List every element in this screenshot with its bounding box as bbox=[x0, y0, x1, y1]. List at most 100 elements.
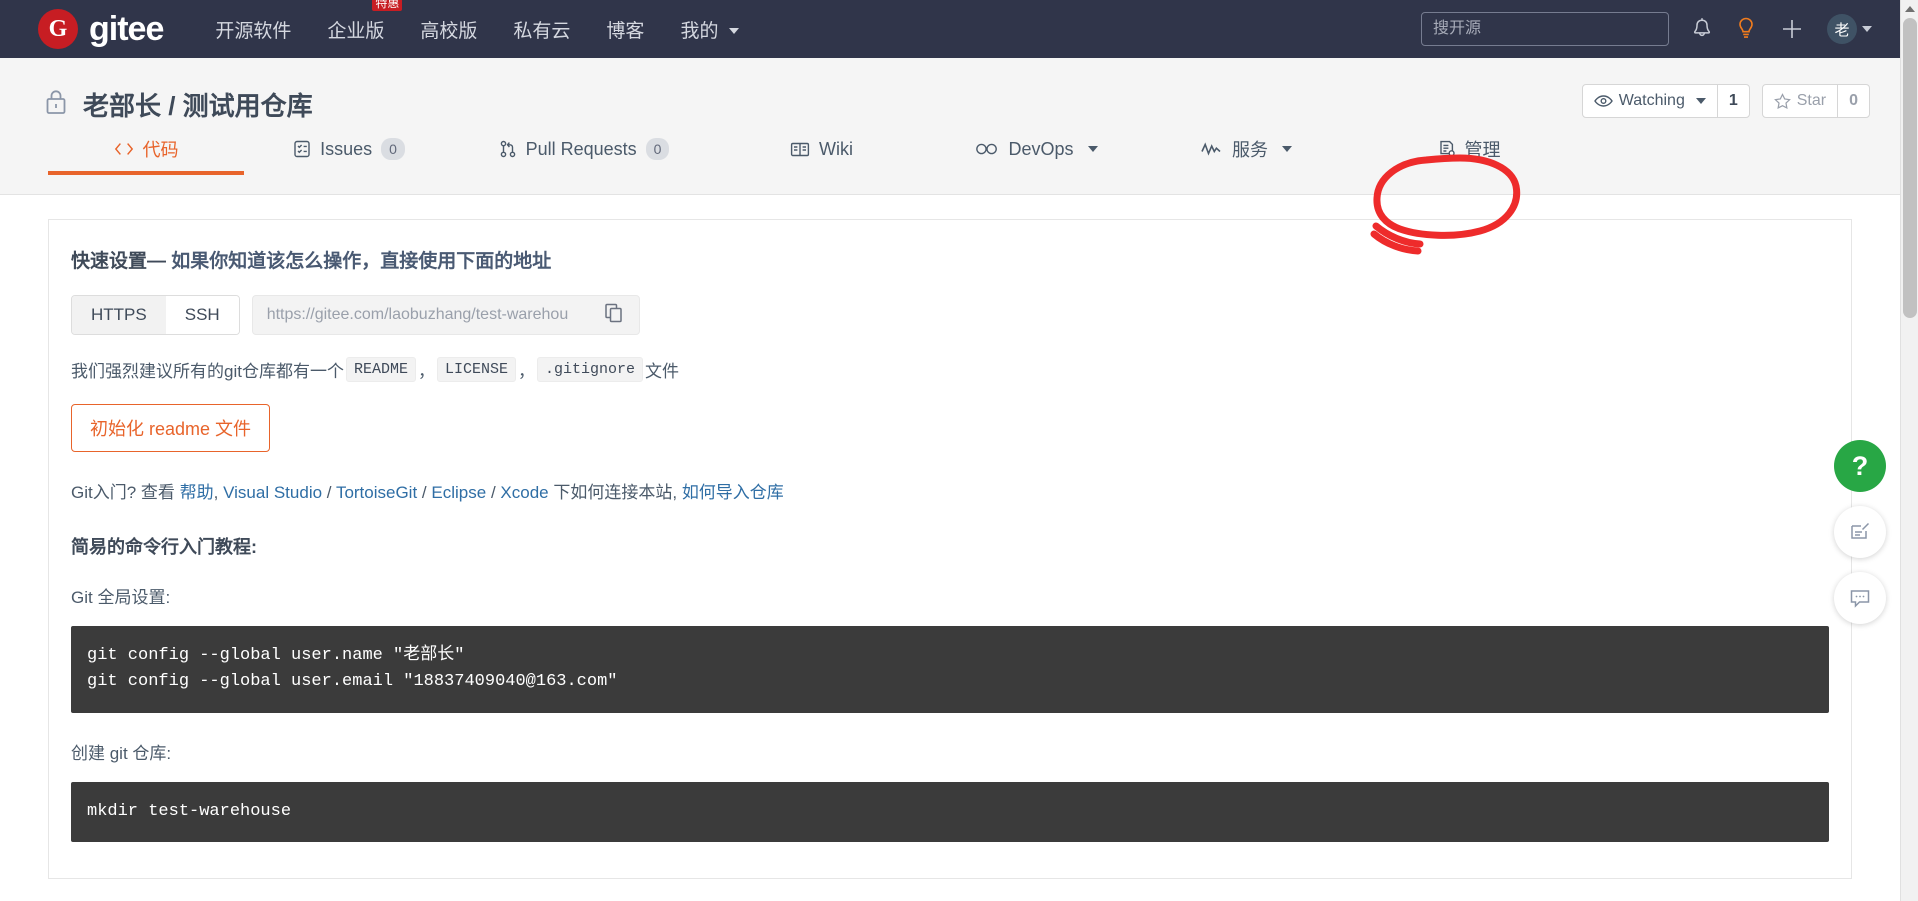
help-button[interactable]: ? bbox=[1834, 440, 1886, 492]
create-repo-code[interactable]: mkdir test-warehouse bbox=[71, 781, 1829, 843]
comma-2: ， bbox=[518, 362, 535, 381]
tutorial-heading: 简易的命令行入门教程: bbox=[71, 537, 257, 557]
slash-2: / bbox=[421, 483, 427, 502]
nav-item-enterprise[interactable]: 企业版 特惠 bbox=[327, 0, 403, 43]
tab-label: Issues bbox=[320, 138, 373, 159]
chevron-down-icon bbox=[1862, 26, 1872, 32]
top-navigation-bar: G gitee 开源软件 企业版 特惠 高校版 私有云 博客 我的 搜开源 老 bbox=[0, 0, 1900, 58]
visual-studio-link[interactable]: Visual Studio bbox=[223, 483, 322, 502]
tab-code[interactable]: 代码 bbox=[48, 123, 244, 175]
search-input[interactable] bbox=[1421, 12, 1669, 46]
code-icon bbox=[114, 143, 133, 155]
tab-issues[interactable]: Issues 0 bbox=[244, 123, 454, 175]
gitee-logo-mark: G bbox=[38, 9, 78, 49]
chevron-up-icon bbox=[1904, 6, 1915, 12]
git-intro-comma: , bbox=[213, 483, 219, 502]
star-icon bbox=[1773, 92, 1791, 109]
copy-icon[interactable] bbox=[603, 302, 625, 329]
lightbulb-icon[interactable] bbox=[1735, 16, 1757, 42]
lock-icon bbox=[42, 87, 70, 122]
nav-item-label: 博客 bbox=[606, 20, 645, 42]
settings-doc-icon bbox=[1439, 140, 1455, 157]
protocol-ssh-button[interactable]: SSH bbox=[165, 296, 239, 334]
nav-item-blog[interactable]: 博客 bbox=[606, 16, 644, 43]
recommend-suffix: 文件 bbox=[645, 362, 680, 381]
chevron-down-icon bbox=[1087, 146, 1098, 152]
tab-wiki[interactable]: Wiki bbox=[714, 123, 929, 175]
pull-request-icon bbox=[500, 140, 515, 158]
chevron-down-icon bbox=[1282, 146, 1292, 152]
nav-item-label: 私有云 bbox=[513, 20, 571, 42]
nav-item-opensource[interactable]: 开源软件 bbox=[215, 16, 291, 43]
eye-icon bbox=[1593, 95, 1613, 107]
avatar: 老 bbox=[1827, 14, 1857, 44]
nav-item-label: 企业版 bbox=[327, 20, 385, 42]
clone-url-text: https://gitee.com/laobuzhang/test-wareho… bbox=[266, 306, 569, 323]
book-icon bbox=[790, 142, 810, 156]
git-intro-view: 查看 bbox=[140, 483, 175, 502]
quick-setup-heading: 快速设置— 如果你知道该怎么操作，直接使用下面的地址 bbox=[71, 246, 1829, 273]
page-scrollbar[interactable] bbox=[1900, 0, 1918, 901]
watching-button[interactable]: Watching bbox=[1583, 85, 1717, 117]
slash-1: / bbox=[326, 483, 332, 502]
slash-3: / bbox=[490, 483, 496, 502]
import-repo-link[interactable]: 如何导入仓库 bbox=[682, 483, 784, 502]
nav-item-private-cloud[interactable]: 私有云 bbox=[513, 16, 570, 43]
tab-services[interactable]: 服务 bbox=[1144, 123, 1349, 175]
star-label: Star bbox=[1796, 92, 1827, 109]
page-title[interactable]: 老部长 / 测试用仓库 bbox=[83, 86, 313, 123]
chip-license: LICENSE bbox=[436, 357, 516, 382]
git-intro-prefix: Git入门? bbox=[71, 483, 137, 502]
tortoisegit-link[interactable]: TortoiseGit bbox=[336, 483, 417, 502]
nav-item-label: 高校版 bbox=[420, 20, 478, 42]
repository-tabs: 代码 Issues 0 Pull Requests 0 Wiki DevOps … bbox=[0, 123, 1900, 175]
chat-button[interactable] bbox=[1834, 572, 1886, 624]
recommend-files-line: 我们强烈建议所有的git仓库都有一个 README ， LICENSE ， .g… bbox=[71, 357, 1829, 382]
issue-icon bbox=[294, 140, 310, 158]
plus-icon[interactable] bbox=[1779, 16, 1805, 42]
star-button[interactable]: Star bbox=[1763, 85, 1837, 117]
scrollbar-thumb[interactable] bbox=[1903, 18, 1917, 318]
star-button-group: Star 0 bbox=[1761, 84, 1870, 118]
chat-bubble-icon bbox=[1850, 590, 1870, 608]
tab-label: 代码 bbox=[142, 140, 179, 160]
eclipse-link[interactable]: Eclipse bbox=[431, 483, 486, 502]
quick-setup-title-bold: 快速设置— bbox=[71, 251, 167, 272]
scrollbar-up-button[interactable] bbox=[1901, 0, 1918, 18]
git-global-settings-code[interactable]: git config --global user.name "老部长" git … bbox=[71, 626, 1829, 713]
floating-action-column: ? bbox=[1834, 440, 1886, 624]
clone-url-field[interactable]: https://gitee.com/laobuzhang/test-wareho… bbox=[251, 295, 640, 335]
feedback-button[interactable] bbox=[1834, 506, 1886, 558]
tab-manage[interactable]: 管理 bbox=[1349, 123, 1589, 175]
gitee-logo[interactable]: G gitee bbox=[38, 9, 164, 49]
quick-setup-title-rest: 如果你知道该怎么操作，直接使用下面的地址 bbox=[171, 251, 552, 272]
help-link[interactable]: 帮助 bbox=[180, 483, 214, 502]
pulse-icon bbox=[1201, 142, 1221, 156]
bell-icon[interactable] bbox=[1691, 17, 1713, 41]
watching-count[interactable]: 1 bbox=[1716, 85, 1749, 117]
repository-header: 老部长 / 测试用仓库 Watching 1 Star 0 代码 Issues … bbox=[0, 58, 1900, 195]
promo-badge: 特惠 bbox=[372, 0, 403, 12]
clone-url-row: HTTPS SSH https://gitee.com/laobuzhang/t… bbox=[71, 295, 1829, 335]
xcode-link[interactable]: Xcode bbox=[500, 483, 548, 502]
git-intro-line: Git入门? 查看 帮助, Visual Studio / TortoiseGi… bbox=[71, 478, 1829, 503]
repository-actions: Watching 1 Star 0 bbox=[1581, 84, 1870, 118]
pull-requests-count: 0 bbox=[645, 137, 670, 161]
tab-label: DevOps bbox=[1008, 138, 1074, 159]
infinity-icon bbox=[976, 143, 998, 155]
protocol-https-button[interactable]: HTTPS bbox=[72, 296, 166, 334]
tab-pull-requests[interactable]: Pull Requests 0 bbox=[454, 123, 714, 175]
nav-item-mine[interactable]: 我的 bbox=[680, 16, 739, 43]
tab-devops[interactable]: DevOps bbox=[929, 123, 1144, 175]
git-global-settings-label: Git 全局设置: bbox=[71, 588, 171, 607]
star-count[interactable]: 0 bbox=[1837, 85, 1869, 117]
user-menu[interactable]: 老 bbox=[1827, 14, 1872, 44]
quick-setup-card: 快速设置— 如果你知道该怎么操作，直接使用下面的地址 HTTPS SSH htt… bbox=[48, 219, 1852, 880]
main-nav-items: 开源软件 企业版 特惠 高校版 私有云 博客 我的 bbox=[215, 0, 739, 43]
init-readme-button[interactable]: 初始化 readme 文件 bbox=[71, 404, 271, 452]
nav-item-campus[interactable]: 高校版 bbox=[420, 16, 477, 43]
tab-label: 管理 bbox=[1464, 140, 1501, 160]
chip-readme: README bbox=[345, 357, 416, 382]
edit-feedback-icon bbox=[1851, 522, 1870, 539]
chevron-down-icon bbox=[728, 28, 739, 35]
